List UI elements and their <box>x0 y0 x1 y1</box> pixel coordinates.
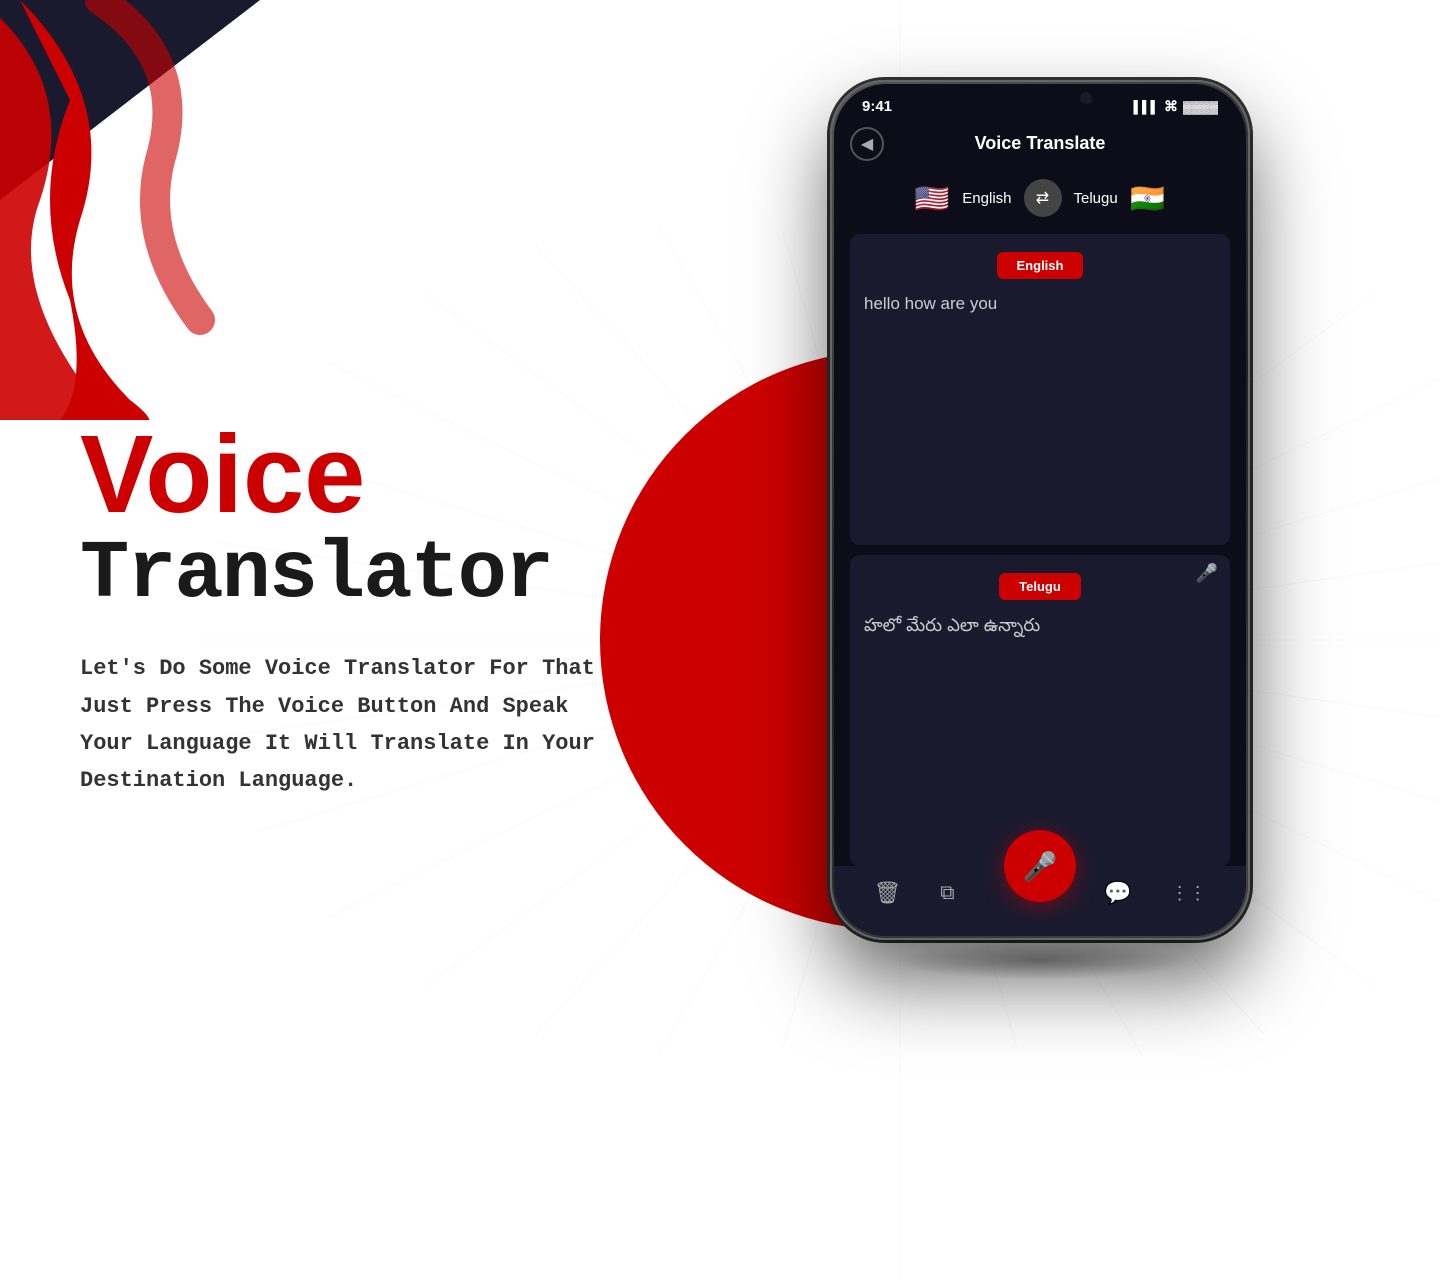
app-header: ◀ Voice Translate <box>850 123 1230 168</box>
battery-icon: ▓▓▓▓ <box>1183 100 1218 114</box>
status-icons: ▌▌▌ ⌘ ▓▓▓▓ <box>1133 98 1218 115</box>
telugu-mic-icon[interactable]: 🎤 <box>1196 563 1218 584</box>
wifi-icon: ⌘ <box>1164 98 1178 115</box>
target-lang-name: Telugu <box>1074 190 1118 207</box>
back-button[interactable]: ◀ <box>850 127 884 161</box>
source-lang-name: English <box>962 190 1011 207</box>
source-language-item[interactable]: 🇺🇸 English <box>910 176 1011 220</box>
whatsapp-icon: 💬 <box>1104 880 1131 906</box>
delete-button[interactable]: 🗑 <box>873 880 901 906</box>
title-voice: Voice <box>80 420 640 530</box>
copy-icon: ⧉ <box>940 882 954 905</box>
red-swoosh-decoration <box>0 0 300 420</box>
telugu-label: Telugu <box>999 573 1081 600</box>
app-title: Voice Translate <box>975 133 1106 154</box>
target-flag: 🇮🇳 <box>1126 176 1170 220</box>
mic-button-icon: 🎤 <box>1023 850 1058 883</box>
language-selector: 🇺🇸 English ⇄ Telugu 🇮🇳 <box>850 168 1230 234</box>
bottom-toolbar: 🎤 🗑 ⧉ 💬 ⋮⋮ <box>834 866 1246 936</box>
subtitle-text: Let's Do Some Voice Translator For That … <box>80 650 600 800</box>
phone-outer-frame: 9:41 ▌▌▌ ⌘ ▓▓▓▓ ◀ Voice Translate <box>830 80 1250 940</box>
phone-shadow <box>890 940 1190 980</box>
title-translator: Translator <box>80 530 640 620</box>
back-icon: ◀ <box>861 134 873 154</box>
whatsapp-button[interactable]: 💬 <box>1104 880 1131 906</box>
english-text: hello how are you <box>850 279 1230 545</box>
app-content: ◀ Voice Translate 🇺🇸 English ⇄ <box>834 123 1246 866</box>
copy-button[interactable]: ⧉ <box>940 882 954 905</box>
english-translation-box: English hello how are you <box>850 234 1230 545</box>
phone-notch <box>970 84 1110 112</box>
delete-icon: 🗑 <box>873 880 901 906</box>
share-icon: ⋮⋮ <box>1171 883 1207 904</box>
source-flag: 🇺🇸 <box>910 176 954 220</box>
english-label: English <box>997 252 1084 279</box>
telugu-text: హలో మేరు ఎలా ఉన్నారు <box>850 600 1230 866</box>
target-language-item[interactable]: Telugu 🇮🇳 <box>1074 176 1170 220</box>
telugu-translation-box: Telugu 🎤 హలో మేరు ఎలా ఉన్నారు <box>850 555 1230 866</box>
phone-mockup: 9:41 ▌▌▌ ⌘ ▓▓▓▓ ◀ Voice Translate <box>830 80 1250 940</box>
signal-icon: ▌▌▌ <box>1133 100 1159 114</box>
swap-languages-button[interactable]: ⇄ <box>1024 179 1062 217</box>
left-content-area: Voice Translator Let's Do Some Voice Tra… <box>80 420 640 800</box>
status-time: 9:41 <box>862 98 892 115</box>
phone-screen: 9:41 ▌▌▌ ⌘ ▓▓▓▓ ◀ Voice Translate <box>834 84 1246 936</box>
swap-icon: ⇄ <box>1036 188 1049 208</box>
share-button[interactable]: ⋮⋮ <box>1171 883 1207 904</box>
mic-record-button[interactable]: 🎤 <box>1004 830 1076 902</box>
